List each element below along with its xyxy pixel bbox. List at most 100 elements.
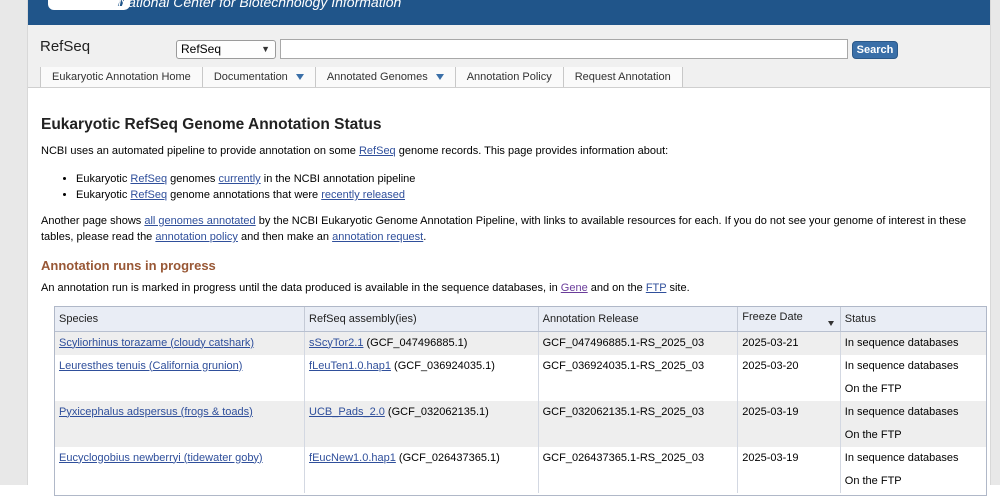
recently-released-link[interactable]: recently released: [321, 189, 405, 201]
gene-link[interactable]: Gene: [561, 282, 588, 294]
refseq-link[interactable]: RefSeq: [359, 145, 396, 157]
database-name: RefSeq: [40, 38, 91, 55]
status-line: On the FTP: [844, 382, 902, 395]
column-header-refseq-assembly[interactable]: RefSeq assembly(ies): [304, 307, 539, 332]
annotation-request-link[interactable]: annotation request: [332, 231, 423, 243]
nav-item-eukaryotic-annotation-home[interactable]: Eukaryotic Annotation Home: [40, 67, 202, 87]
status-cell: In sequence databases On the FTP: [840, 354, 986, 401]
section-text: site.: [666, 282, 690, 294]
species-link[interactable]: Pyxicephalus adspersus (frogs & toads): [59, 406, 253, 418]
all-genomes-annotated-link[interactable]: all genomes annotated: [144, 215, 255, 227]
nav-items: Eukaryotic Annotation Home Documentation…: [40, 67, 683, 87]
nav-item-annotated-genomes[interactable]: Annotated Genomes: [314, 67, 455, 87]
assembly-cell: UCB_Pads_2.0 (GCF_032062135.1): [304, 400, 539, 447]
assembly-accession: (GCF_036924035.1): [391, 359, 495, 372]
search-button[interactable]: Search: [852, 41, 898, 59]
release-cell: GCF_047496885.1-RS_2025_03: [538, 331, 739, 355]
status-cell: In sequence databases On the FTP: [840, 446, 986, 493]
status-line: In sequence databases: [844, 359, 959, 372]
page-title: Eukaryotic RefSeq Genome Annotation Stat…: [41, 116, 382, 133]
freeze-date-cell: 2025-03-19: [737, 400, 841, 447]
column-header-status[interactable]: Status: [840, 307, 986, 332]
status-line: In sequence databases: [844, 405, 959, 418]
column-header-species[interactable]: Species: [55, 307, 306, 332]
section-text: and on the: [587, 282, 646, 294]
table-header-row: Species RefSeq assembly(ies) Annotation …: [55, 307, 986, 332]
assembly-link[interactable]: fLeuTen1.0.hap1: [309, 360, 391, 372]
table-row: Leuresthes tenuis (California grunion) f…: [55, 354, 986, 401]
description-paragraph: Another page shows all genomes annotated…: [41, 213, 976, 245]
intro-text-end: genome records. This page provides infor…: [395, 145, 669, 157]
right-gutter: [990, 0, 1000, 485]
status-line: In sequence databases: [844, 336, 959, 349]
assembly-link[interactable]: fEucNew1.0.hap1: [309, 452, 396, 464]
table-row: Pyxicephalus adspersus (frogs & toads) U…: [55, 400, 986, 447]
section-title: Annotation runs in progress: [41, 258, 216, 273]
ftp-link[interactable]: FTP: [646, 282, 667, 294]
nav-item-label: Documentation: [213, 71, 288, 83]
sort-descending-icon[interactable]: [827, 321, 834, 327]
bullet-text: Eukaryotic: [76, 189, 131, 201]
nav-item-label: Eukaryotic Annotation Home: [52, 71, 191, 83]
bullet-text: Eukaryotic: [76, 173, 131, 185]
nav-item-label: Request Annotation: [574, 71, 671, 83]
search-input[interactable]: [280, 39, 848, 59]
table-row: Eucyclogobius newberryi (tidewater goby)…: [55, 446, 986, 493]
assembly-cell: fLeuTen1.0.hap1 (GCF_036924035.1): [304, 354, 539, 401]
status-cell: In sequence databases On the FTP: [840, 400, 986, 447]
nav-item-documentation[interactable]: Documentation: [201, 67, 315, 87]
bullet-list: Eukaryotic RefSeq genomes currently in t…: [76, 171, 415, 203]
species-link[interactable]: Leuresthes tenuis (California grunion): [59, 360, 242, 372]
release-cell: GCF_026437365.1-RS_2025_03: [538, 446, 739, 493]
assembly-accession: (GCF_026437365.1): [395, 451, 500, 464]
species-cell: Pyxicephalus adspersus (frogs & toads): [55, 400, 306, 447]
annotation-runs-table: Species RefSeq assembly(ies) Annotation …: [54, 306, 987, 496]
database-select-value: RefSeq: [181, 42, 222, 56]
intro-text-start: NCBI uses an automated pipeline to provi…: [41, 145, 359, 157]
bullet-text: genomes: [167, 173, 219, 185]
table-row: Scyliorhinus torazame (cloudy catshark) …: [55, 331, 986, 355]
annotation-policy-link[interactable]: annotation policy: [155, 231, 238, 243]
assembly-link[interactable]: UCB_Pads_2.0: [309, 406, 385, 418]
status-line: On the FTP: [844, 474, 902, 487]
refseq-link[interactable]: RefSeq: [130, 173, 167, 185]
list-item: Eukaryotic RefSeq genomes currently in t…: [76, 171, 415, 187]
intro-text: NCBI uses an automated pipeline to provi…: [41, 145, 668, 157]
section-text: An annotation run is marked in progress …: [41, 282, 561, 294]
paragraph-text: Another page shows: [41, 215, 145, 227]
assembly-accession: (GCF_032062135.1): [384, 405, 489, 418]
ncbi-header: National Center for Biotechnology Inform…: [28, 0, 990, 25]
bullet-text: genome annotations that were: [167, 189, 322, 201]
species-link[interactable]: Scyliorhinus torazame (cloudy catshark): [59, 337, 254, 349]
freeze-date-cell: 2025-03-21: [737, 331, 841, 355]
species-cell: Scyliorhinus torazame (cloudy catshark): [55, 331, 306, 355]
search-bar: RefSeq RefSeq ▼ Search: [28, 25, 990, 65]
column-header-annotation-release[interactable]: Annotation Release: [538, 307, 739, 332]
freeze-date-cell: 2025-03-20: [737, 354, 841, 401]
nav-item-request-annotation[interactable]: Request Annotation: [562, 67, 683, 87]
nav-item-annotation-policy[interactable]: Annotation Policy: [454, 67, 563, 87]
freeze-date-cell: 2025-03-19: [737, 446, 841, 493]
assembly-cell: sScyTor2.1 (GCF_047496885.1): [304, 331, 539, 355]
species-cell: Leuresthes tenuis (California grunion): [55, 354, 306, 401]
chevron-down-icon: ▼: [261, 44, 270, 54]
left-gutter: [0, 0, 28, 485]
column-header-label: Freeze Date: [742, 311, 803, 324]
assembly-accession: (GCF_047496885.1): [363, 336, 468, 349]
bullet-text: in the NCBI annotation pipeline: [260, 173, 416, 185]
dropdown-arrow-icon: [435, 74, 444, 81]
currently-link[interactable]: currently: [219, 173, 261, 185]
refseq-link[interactable]: RefSeq: [130, 189, 167, 201]
database-select[interactable]: RefSeq ▼: [176, 40, 276, 59]
column-header-freeze-date[interactable]: Freeze Date: [737, 307, 841, 332]
release-cell: GCF_032062135.1-RS_2025_03: [538, 400, 739, 447]
org-title: National Center for Biotechnology Inform…: [118, 0, 402, 10]
dropdown-arrow-icon: [295, 74, 304, 81]
section-description: An annotation run is marked in progress …: [41, 282, 690, 294]
status-cell: In sequence databases: [840, 331, 986, 355]
assembly-link[interactable]: sScyTor2.1: [309, 337, 363, 349]
nav-item-label: Annotation Policy: [466, 71, 552, 83]
paragraph-text: .: [423, 231, 427, 243]
species-link[interactable]: Eucyclogobius newberryi (tidewater goby): [59, 452, 263, 464]
paragraph-text: and then make an: [237, 231, 333, 243]
